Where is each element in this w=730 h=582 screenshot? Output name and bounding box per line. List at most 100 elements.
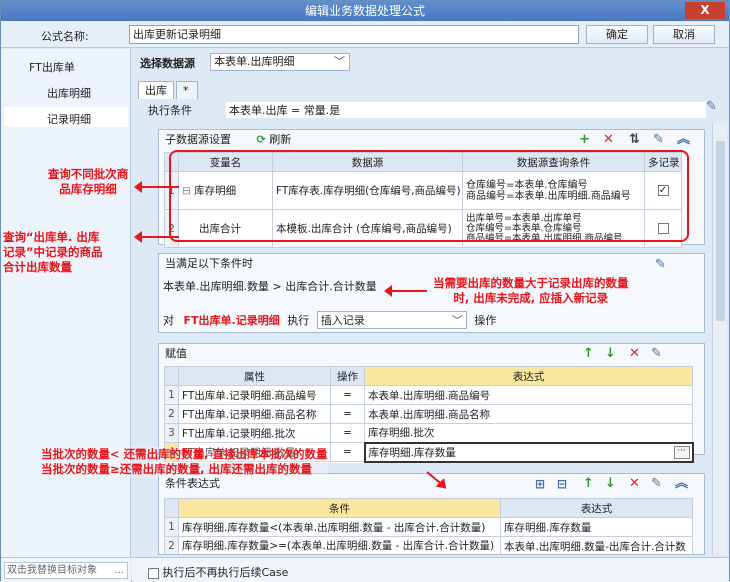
condition-expression[interactable]: 本表单.出库明细.数量 > 出库合计.合计数量: [163, 278, 377, 294]
edit-icon[interactable]: ✎: [706, 99, 717, 114]
move-icon[interactable]: ⇅: [629, 130, 640, 150]
op-cell[interactable]: =: [330, 442, 365, 462]
insert-col-icon[interactable]: ⊟: [557, 474, 567, 494]
attr-cell[interactable]: FT出库单.记录明细.商品名称: [178, 404, 331, 424]
table-row[interactable]: 1 FT出库单.记录明细.商品编号 = 本表单.出库明细.商品编号: [164, 385, 693, 405]
col-header: 属性: [178, 366, 331, 386]
assign-panel: 赋值 ↑ ↓ ✕ ✎ 属性 操作 表达式 1 FT出库单.记录明细.商品编号 = 本表…: [158, 343, 705, 463]
corner-cell: [164, 366, 179, 386]
collapse-icon[interactable]: ︽: [675, 474, 688, 494]
move-down-icon[interactable]: ↓: [605, 344, 616, 364]
tab-chuku[interactable]: 出库: [138, 81, 174, 99]
object-tree: FT出库单 出库明细 记录明细: [1, 49, 131, 557]
refresh-label[interactable]: 刷新: [269, 133, 291, 146]
expr-cell[interactable]: 本表单.出库明细.商品编号: [364, 385, 693, 405]
close-button[interactable]: X: [685, 2, 725, 19]
table-row[interactable]: 3 FT出库单.记录明细.批次 = 库存明细.批次: [164, 423, 693, 443]
op-cell[interactable]: =: [330, 404, 365, 424]
title-bar: 编辑业务数据处理公式 X: [1, 1, 729, 21]
replace-target-placeholder: 双击我替换目标对象: [7, 565, 97, 576]
action-prefix: 对: [163, 314, 174, 327]
exec-condition-value[interactable]: 本表单.出库 = 常量.是: [226, 102, 706, 118]
ok-button[interactable]: 确定: [586, 25, 648, 44]
expr-cell-active[interactable]: 库存明细.库存数量 ···: [363, 441, 694, 463]
annotation-arrow: [384, 285, 427, 297]
cond-expr-title: 条件表达式: [165, 477, 220, 490]
exec-condition-label: 执行条件: [148, 104, 192, 117]
collapse-icon[interactable]: ︽: [677, 130, 690, 150]
action-exec-label: 执行: [287, 314, 310, 327]
op-cell[interactable]: =: [330, 385, 365, 405]
expr-cell[interactable]: 本表单.出库明细.数量-出库合计.合计数: [500, 536, 693, 554]
delete-icon[interactable]: ✕: [603, 130, 614, 150]
tree-item-chuku-mingxi[interactable]: 出库明细: [47, 85, 91, 101]
add-icon[interactable]: +: [579, 130, 590, 150]
tab-add[interactable]: *: [176, 81, 198, 99]
datasource-select[interactable]: 本表单.出库明细 ﹀: [210, 53, 350, 71]
attr-cell[interactable]: FT出库单.记录明细.商品编号: [178, 385, 331, 405]
col-header: 条件: [178, 498, 501, 518]
cond-cell[interactable]: 库存明细.库存数量>=(本表单.出库明细.数量 - 出库合计.合计数量): [178, 536, 501, 554]
condition-header: 当满足以下条件时: [165, 257, 253, 270]
dialog-window: 编辑业务数据处理公式 X 公式名称: 出库更新记录明细 确定 取消 FT出库单 …: [0, 0, 730, 582]
footer-bar: 执行后不再执行后续Case: [132, 557, 729, 582]
footer-option[interactable]: 执行后不再执行后续Case: [148, 564, 288, 580]
table-row[interactable]: 1 库存明细.库存数量<(本表单.出库明细.数量 - 出库合计.合计数量) 库存明细…: [164, 517, 693, 537]
window-title: 编辑业务数据处理公式: [304, 4, 425, 18]
replace-target-button[interactable]: ...: [114, 563, 124, 578]
move-up-icon[interactable]: ↑: [583, 344, 594, 364]
annotation-insert-record: 当需要出库的数量大于记录出库的数量 时, 出库未完成, 应插入新记录: [433, 276, 629, 305]
expr-cell[interactable]: 库存明细.库存数量: [500, 517, 693, 537]
annotation-arrow: [134, 231, 179, 243]
col-header: 操作: [330, 366, 365, 386]
formula-name-input[interactable]: 出库更新记录明细: [129, 25, 579, 44]
attr-cell[interactable]: FT出库单.记录明细.批次: [178, 423, 331, 443]
edit-icon[interactable]: ✎: [651, 474, 662, 494]
sub-datasource-title: 子数据源设置: [165, 133, 231, 146]
action-row: 对 FT出库单.记录明细 执行 插入记录 ﹀ 操作: [163, 311, 543, 329]
exec-condition-row: 执行条件 本表单.出库 = 常量.是: [140, 99, 720, 119]
tree-item-jilu-mingxi[interactable]: 记录明细: [47, 111, 91, 127]
move-down-icon[interactable]: ↓: [605, 474, 616, 494]
edit-icon[interactable]: ✎: [653, 130, 664, 150]
row-number: 1: [164, 385, 179, 405]
cancel-button[interactable]: 取消: [653, 25, 715, 44]
annotation-arrow: [134, 181, 179, 193]
expr-browse-button[interactable]: ···: [673, 445, 690, 459]
col-header: 表达式: [500, 498, 693, 518]
edit-icon[interactable]: ✎: [655, 257, 666, 272]
stop-after-label: 执行后不再执行后续Case: [162, 566, 289, 579]
expr-cell[interactable]: 库存明细.批次: [364, 423, 693, 443]
expr-value: 库存明细.库存数量: [368, 446, 456, 459]
row-number: 1: [164, 517, 179, 537]
datasource-value: 本表单.出库明细: [214, 55, 295, 68]
datasource-label: 选择数据源: [140, 57, 195, 70]
refresh-icon[interactable]: ⟳: [257, 133, 266, 146]
action-target[interactable]: FT出库单.记录明细: [184, 314, 280, 327]
tree-root[interactable]: FT出库单: [29, 59, 75, 75]
row-number: 2: [164, 404, 179, 424]
highlight-frame: [169, 150, 689, 242]
assign-header: 赋值 ↑ ↓ ✕ ✎: [159, 344, 704, 364]
delete-icon[interactable]: ✕: [629, 344, 640, 364]
formula-name-label: 公式名称:: [41, 30, 89, 43]
table-row[interactable]: 2 FT出库单.记录明细.商品名称 = 本表单.出库明细.商品名称: [164, 404, 693, 424]
op-cell[interactable]: =: [330, 423, 365, 443]
sub-datasource-panel: 子数据源设置 ⟳ 刷新 + ✕ ⇅ ✎ ︽ 变量名 数据源 数据源查询条件 多记…: [158, 129, 705, 248]
stop-after-checkbox[interactable]: [148, 567, 159, 579]
action-value: 插入记录: [320, 314, 365, 327]
action-suffix: 操作: [474, 314, 497, 327]
insert-row-icon[interactable]: ⊞: [535, 474, 545, 494]
table-row[interactable]: 2 库存明细.库存数量>=(本表单.出库明细.数量 - 出库合计.合计数量) 本表单…: [164, 536, 693, 554]
replace-target-input[interactable]: 双击我替换目标对象 ...: [4, 562, 128, 579]
cond-cell[interactable]: 库存明细.库存数量<(本表单.出库明细.数量 - 出库合计.合计数量): [178, 517, 501, 537]
scrollbar-thumb[interactable]: [716, 141, 725, 321]
vertical-scrollbar[interactable]: [712, 123, 727, 555]
assign-title: 赋值: [165, 347, 187, 360]
edit-icon[interactable]: ✎: [651, 344, 662, 364]
move-up-icon[interactable]: ↑: [583, 474, 594, 494]
action-select[interactable]: 插入记录 ﹀: [316, 311, 467, 329]
cond-expr-table: 条件 表达式 1 库存明细.库存数量<(本表单.出库明细.数量 - 出库合计.合计…: [164, 498, 693, 554]
expr-cell[interactable]: 本表单.出库明细.商品名称: [364, 404, 693, 424]
delete-icon[interactable]: ✕: [629, 474, 640, 494]
